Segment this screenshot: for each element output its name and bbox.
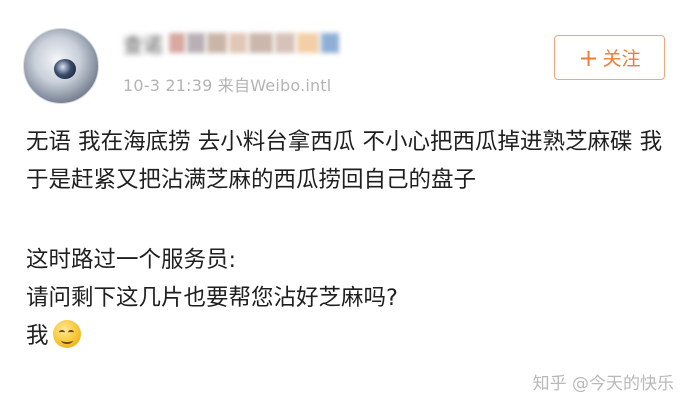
username-blurred[interactable]: 查诺 [123, 30, 341, 57]
blur-block [187, 33, 205, 53]
blur-block [275, 33, 295, 53]
post-line-last: 我 [26, 317, 666, 355]
follow-button[interactable]: + 关注 [554, 35, 665, 80]
username-text: 查诺 [123, 32, 163, 57]
grin-sweat-emoji-icon [52, 320, 81, 348]
blur-block [321, 33, 339, 53]
plus-icon: + [578, 43, 599, 72]
post-paragraph: 无语 我在海底捞 去小料台拿西瓜 不小心把西瓜掉进熟芝麻碟 我于是赶紧又把沾满芝… [26, 129, 663, 193]
blur-block [249, 33, 273, 53]
avatar-figure [54, 59, 76, 79]
avatar[interactable] [23, 28, 99, 104]
post-line-text: 我 [26, 323, 49, 349]
blur-block [297, 33, 319, 53]
post-line: 这时路过一个服务员: [26, 247, 237, 273]
blur-block [207, 33, 227, 53]
follow-label: 关注 [602, 48, 641, 70]
blur-block [229, 33, 247, 53]
watermark: 知乎 @今天的快乐 [532, 374, 674, 394]
post-content: 无语 我在海底捞 去小料台拿西瓜 不小心把西瓜掉进熟芝麻碟 我于是赶紧又把沾满芝… [26, 123, 666, 355]
post-meta: 10-3 21:39 来自Weibo.intl [123, 76, 332, 95]
blur-block [169, 33, 185, 53]
post-line: 请问剩下这几片也要帮您沾好芝麻吗? [26, 285, 398, 311]
